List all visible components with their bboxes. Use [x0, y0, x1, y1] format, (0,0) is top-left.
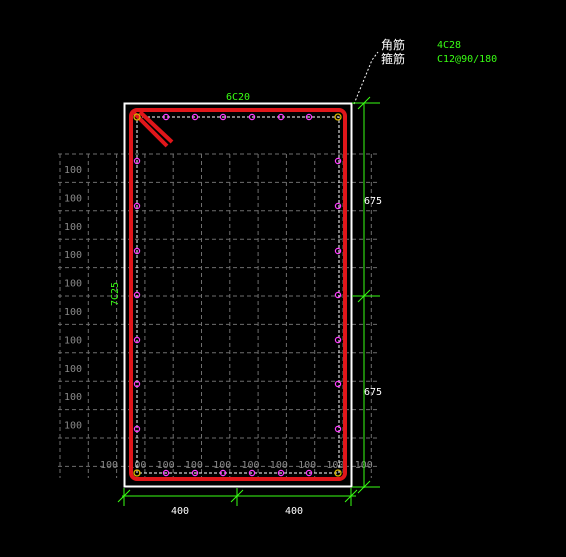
grid-row-label: 100 [64, 222, 82, 233]
grid-col-label: 100 [100, 460, 118, 471]
grid-col-label: 100 [298, 460, 316, 471]
grid-col-label: 100 [242, 460, 260, 471]
right-side-bar [334, 380, 342, 388]
dim-bottom-right: 400 [285, 506, 303, 517]
dim-right-lower: 675 [364, 387, 382, 398]
grid-row-label: 100 [64, 307, 82, 318]
grid-row-label: 100 [64, 364, 82, 375]
right-dimension [352, 96, 380, 494]
rebar-group [133, 113, 342, 477]
top-bar-label: 6C20 [226, 92, 250, 103]
grid-col-label: 100 [185, 460, 203, 471]
grid-col-label: 100 [270, 460, 288, 471]
legend-leader-line [353, 51, 379, 105]
stirrup-value: C12@90/180 [437, 54, 497, 65]
right-side-bar [334, 247, 342, 255]
right-side-bar [334, 202, 342, 210]
grid-col-label: 100 [326, 460, 344, 471]
bottom-dimension [117, 488, 358, 506]
dim-right-upper: 675 [364, 196, 382, 207]
right-side-bar [334, 291, 342, 299]
right-side-bar [334, 157, 342, 165]
grid-row-label: 100 [64, 392, 82, 403]
grid-col-label: 100 [157, 460, 175, 471]
grid-row-label: 100 [64, 335, 82, 346]
grid-row-label: 100 [64, 165, 82, 176]
section-outline [123, 102, 353, 488]
grid-row-label: 100 [64, 193, 82, 204]
grid-row-label: 100 [64, 279, 82, 290]
stirrup-hoop [129, 108, 347, 481]
right-side-bar [334, 425, 342, 433]
corner-bar-value: 4C28 [437, 40, 461, 51]
right-side-bar [334, 336, 342, 344]
dim-bottom-left: 400 [171, 506, 189, 517]
grid-row-label: 100 [64, 421, 82, 432]
grid-col-label: 100 [213, 460, 231, 471]
column-section-drawing: 100 100 100 100 100 100 100 100 100 100 100 100 100 1… [58, 37, 497, 517]
side-bar-label: 7C25 [110, 282, 121, 306]
cover-line [136, 116, 340, 474]
stirrup-label: 箍筋 [381, 51, 405, 66]
background-grid [58, 153, 378, 478]
corner-bar-label: 角筋 [381, 37, 405, 52]
grid-row-label: 100 [64, 250, 82, 261]
